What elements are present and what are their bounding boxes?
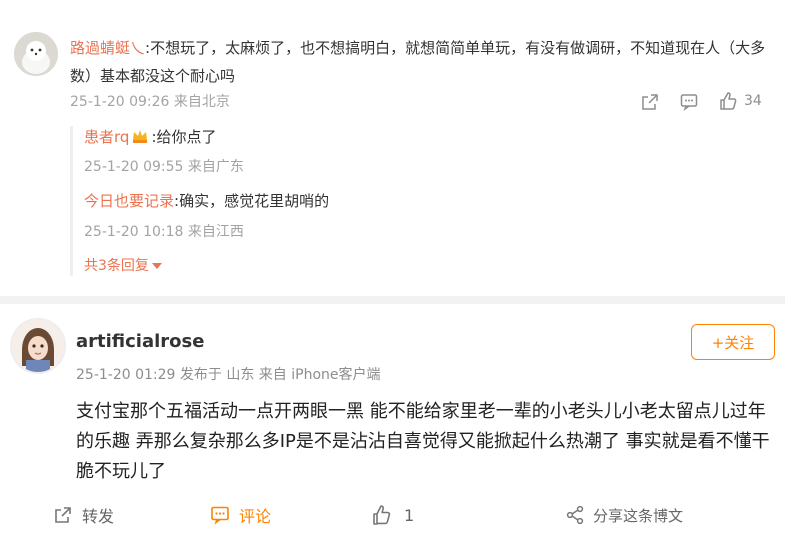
reply-meta: 25-1-20 09:55 来自广东: [84, 159, 244, 175]
commenter-username[interactable]: 路過蜻蜓乀: [70, 39, 145, 57]
comment-label: 评论: [239, 507, 272, 526]
reply-item: 患者rq :给你点了: [84, 126, 217, 148]
replies-divider: [70, 126, 73, 276]
more-replies-label: 共3条回复: [84, 258, 149, 274]
share-nodes-icon: [566, 505, 584, 525]
repost-button[interactable]: 转发: [52, 500, 114, 530]
post-action-bar: 转发 评论 1 分享这条博文: [0, 500, 785, 530]
repost-icon: [55, 507, 71, 523]
commenter-avatar[interactable]: [14, 32, 58, 76]
share-button[interactable]: 分享这条博文: [565, 500, 683, 530]
share-label: 分享这条博文: [593, 506, 684, 525]
follow-button[interactable]: +关注: [691, 324, 775, 360]
reply-username[interactable]: 今日也要记录: [84, 192, 174, 210]
reply-item: 今日也要记录:确实，感觉花里胡哨的: [84, 190, 329, 212]
repost-label: 转发: [82, 507, 115, 526]
comment-button[interactable]: 评论: [209, 500, 271, 530]
more-replies-link[interactable]: 共3条回复: [84, 255, 162, 275]
comment-text: :不想玩了，太麻烦了，也不想搞明白，就想简简单单玩，有没有做调研，不知道现在人（…: [70, 39, 766, 85]
post-meta: 25-1-20 01:29 发布于 山东 来自 iPhone客户端: [76, 367, 381, 383]
crown-badge-icon: [131, 128, 149, 144]
comment-like-button[interactable]: 34: [718, 91, 762, 111]
reply-meta: 25-1-20 10:18 来自江西: [84, 224, 244, 240]
comment-share-button[interactable]: [640, 92, 660, 112]
reply-username[interactable]: 患者rq: [84, 128, 129, 146]
reply-text: :给你点了: [151, 128, 217, 146]
poster-username[interactable]: artificialrose: [76, 331, 204, 352]
caret-down-icon: [151, 263, 162, 269]
comment-bubble-icon: [680, 94, 698, 112]
comment-reply-button[interactable]: [679, 92, 699, 112]
comment-meta: 25-1-20 09:26 来自北京: [70, 94, 230, 110]
poster-avatar[interactable]: [10, 318, 66, 374]
comment-text-block: 路過蜻蜓乀:不想玩了，太麻烦了，也不想搞明白，就想简简单单玩，有没有做调研，不知…: [70, 34, 770, 90]
share-box-icon: [642, 94, 658, 110]
like-count: 1: [404, 505, 415, 525]
comment-like-count: 34: [744, 93, 762, 109]
post-body: 支付宝那个五福活动一点开两眼一黑 能不能给家里老一辈的小老头儿小老太留点儿过年的…: [76, 401, 770, 482]
like-button[interactable]: 1: [370, 500, 414, 530]
thumbs-up-icon: [373, 505, 391, 525]
comment-icon: [211, 506, 229, 525]
reply-text: :确实，感觉花里胡哨的: [174, 192, 330, 210]
section-divider: [0, 296, 785, 304]
thumbs-up-icon: [720, 92, 737, 110]
